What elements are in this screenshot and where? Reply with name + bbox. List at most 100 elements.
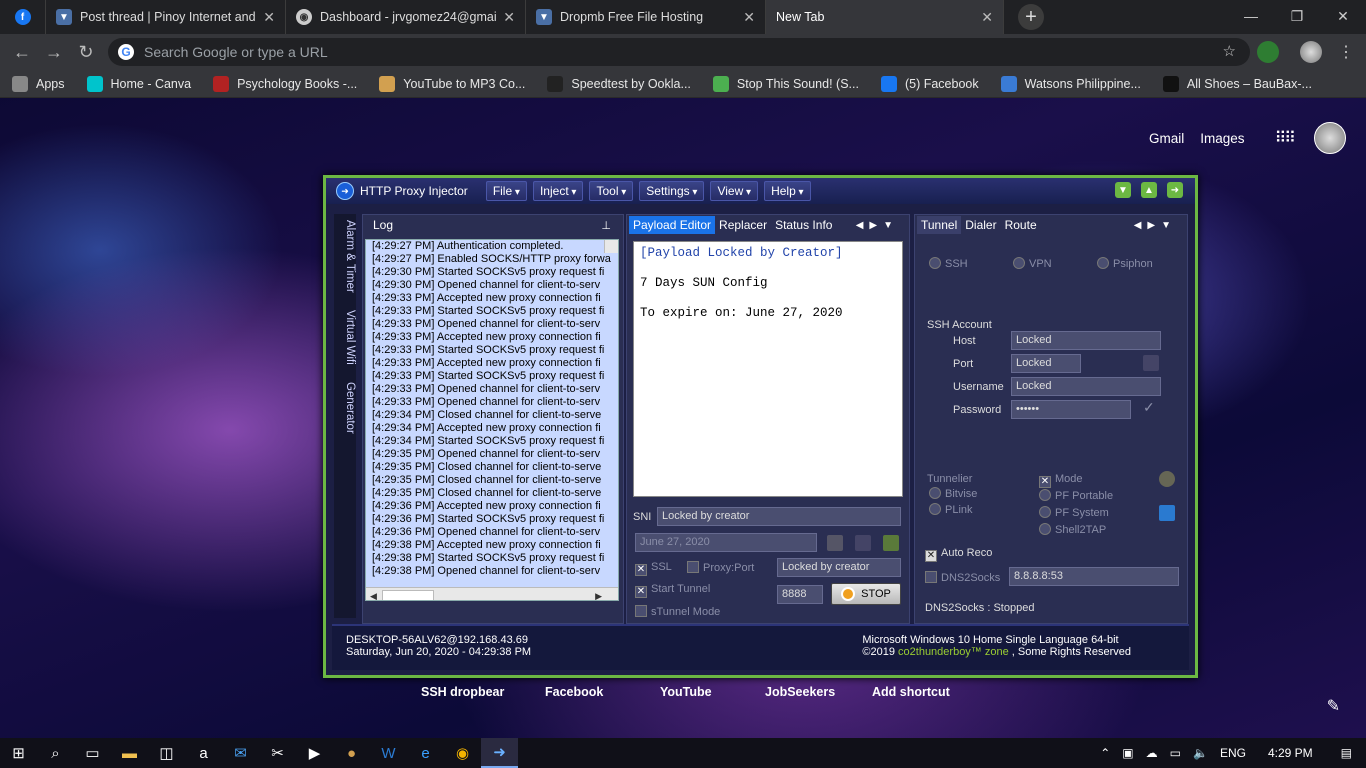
document-icon[interactable]: [827, 535, 843, 551]
tab-payload-editor[interactable]: Payload Editor: [629, 216, 716, 234]
restore-icon[interactable]: ❐: [1274, 0, 1320, 32]
task-view-icon[interactable]: ▭: [74, 738, 111, 768]
snip-icon[interactable]: ✂: [259, 738, 296, 768]
bookmark-item[interactable]: YouTube to MP3 Co...: [379, 75, 525, 92]
shell2tap-option[interactable]: Shell2TAP: [1039, 523, 1106, 536]
dns2socks-option[interactable]: DNS2Socks: [925, 571, 1000, 584]
chrome-icon[interactable]: ◉: [444, 738, 481, 768]
bookmark-item[interactable]: Apps: [12, 75, 65, 92]
stop-button[interactable]: STOP: [831, 583, 901, 605]
vpn-radio[interactable]: [1013, 257, 1025, 269]
maximize-app-icon[interactable]: ▲: [1141, 182, 1157, 198]
minimize-icon[interactable]: —: [1228, 0, 1274, 32]
tray-app-icon[interactable]: ▣: [1122, 746, 1133, 760]
side-tab-generator[interactable]: Generator: [344, 382, 356, 434]
author-link[interactable]: co2thunderboy™ zone: [898, 646, 1009, 658]
shortcut-facebook[interactable]: Facebook: [545, 685, 603, 699]
bookmark-item[interactable]: Watsons Philippine...: [1000, 75, 1141, 92]
pf-system-option[interactable]: PF System: [1039, 506, 1109, 519]
close-tab-icon[interactable]: ✕: [743, 9, 755, 26]
bookmark-item[interactable]: Stop This Sound! (S...: [712, 75, 859, 92]
host-field[interactable]: Locked: [1011, 331, 1161, 350]
close-tab-icon[interactable]: ✕: [503, 9, 515, 26]
close-window-icon[interactable]: ✕: [1320, 0, 1366, 32]
amazon-icon[interactable]: a: [185, 738, 222, 768]
side-tab-alarm-timer[interactable]: Alarm & Timer: [344, 220, 356, 293]
log-horizontal-scrollbar[interactable]: ◀ ▶: [366, 587, 618, 600]
tab-tunnel[interactable]: Tunnel: [917, 216, 962, 234]
username-field[interactable]: Locked: [1011, 377, 1161, 396]
mode-vpn[interactable]: VPN: [1013, 257, 1052, 270]
more-menu-icon[interactable]: ⋮: [1338, 42, 1354, 62]
trash-icon[interactable]: [883, 535, 899, 551]
shortcut-ssh-dropbear[interactable]: SSH dropbear: [421, 685, 504, 699]
add-shortcut[interactable]: Add shortcut: [872, 685, 950, 699]
bookmark-item[interactable]: (5) Facebook: [880, 75, 979, 92]
settings-icon[interactable]: [1159, 471, 1175, 487]
mode-psiphon[interactable]: Psiphon: [1097, 257, 1153, 270]
mode-checkbox[interactable]: ✕: [1039, 476, 1051, 488]
tab-facebook[interactable]: f: [0, 0, 46, 34]
auto-reco-option[interactable]: ✕ Auto Reco: [925, 547, 992, 562]
bitvise-radio[interactable]: [929, 487, 941, 499]
ssh-radio[interactable]: [929, 257, 941, 269]
payload-editor[interactable]: [Payload Locked by Creator] 7 Days SUN C…: [633, 241, 903, 497]
tab-post-thread[interactable]: ▼ Post thread | Pinoy Internet and T ✕: [46, 0, 286, 34]
new-tab-button[interactable]: +: [1018, 4, 1044, 30]
save-icon[interactable]: [855, 535, 871, 551]
language-indicator[interactable]: ENG: [1220, 746, 1246, 760]
stunnel-option[interactable]: sTunnel Mode: [635, 605, 720, 618]
close-tab-icon[interactable]: ✕: [981, 9, 993, 26]
auto-reco-checkbox[interactable]: ✕: [925, 550, 937, 562]
sni-field[interactable]: Locked by creator: [657, 507, 901, 526]
checkmark-icon[interactable]: ✓: [1143, 399, 1155, 416]
ssl-option[interactable]: ✕ SSL: [635, 561, 672, 576]
store-icon[interactable]: ◫: [148, 738, 185, 768]
tab-status-info[interactable]: Status Info: [771, 216, 836, 234]
start-tunnel-option[interactable]: ✕ Start Tunnel: [635, 583, 710, 598]
exit-app-icon[interactable]: ➜: [1167, 182, 1183, 198]
shell2tap-radio[interactable]: [1039, 523, 1051, 535]
edge-icon[interactable]: e: [407, 738, 444, 768]
account-avatar[interactable]: [1314, 122, 1346, 154]
side-tab-virtual-wifi[interactable]: Virtual Wifi: [344, 310, 356, 365]
bitvise-option[interactable]: Bitvise: [929, 487, 977, 500]
psiphon-radio[interactable]: [1097, 257, 1109, 269]
plink-option[interactable]: PLink: [929, 503, 973, 516]
proxy-port-option[interactable]: Proxy:Port: [687, 561, 754, 574]
pf-portable-option[interactable]: PF Portable: [1039, 489, 1113, 502]
menu-tool[interactable]: Tool: [589, 181, 634, 201]
app-icon[interactable]: ●: [333, 738, 370, 768]
tab-route[interactable]: Route: [1001, 216, 1041, 234]
save-icon[interactable]: [1143, 355, 1159, 371]
proxy-port-checkbox[interactable]: [687, 561, 699, 573]
start-tunnel-checkbox[interactable]: ✕: [635, 586, 647, 598]
shortcut-youtube[interactable]: YouTube: [660, 685, 712, 699]
gmail-link[interactable]: Gmail: [1149, 131, 1184, 146]
bookmark-item[interactable]: Speedtest by Ookla...: [547, 75, 691, 92]
windows-start-icon[interactable]: ⊞: [0, 738, 37, 768]
tab-new-tab[interactable]: New Tab ✕: [766, 0, 1004, 34]
volume-icon[interactable]: 🔈: [1193, 746, 1208, 760]
forward-icon[interactable]: →: [38, 42, 70, 63]
log-vertical-scrollbar[interactable]: [604, 240, 618, 253]
menu-settings[interactable]: Settings: [639, 181, 705, 201]
pf-portable-radio[interactable]: [1039, 489, 1051, 501]
expiry-date-field[interactable]: June 27, 2020: [635, 533, 817, 552]
tab-replacer[interactable]: Replacer: [715, 216, 771, 234]
word-icon[interactable]: W: [370, 738, 407, 768]
ssl-checkbox[interactable]: ✕: [635, 564, 647, 576]
google-apps-icon[interactable]: ⠿⠿: [1275, 128, 1296, 148]
plink-radio[interactable]: [929, 503, 941, 515]
menu-view[interactable]: View: [710, 181, 759, 201]
tab-dashboard[interactable]: ◉ Dashboard - jrvgomez24@gmail ✕: [286, 0, 526, 34]
tab-scroll-arrows-icon[interactable]: ◀▶▼: [852, 218, 903, 233]
shield-extension-icon[interactable]: [1257, 41, 1279, 63]
menu-file[interactable]: File: [485, 181, 527, 201]
ssh-port-field[interactable]: Locked: [1011, 354, 1081, 373]
mail-icon[interactable]: ✉: [222, 738, 259, 768]
notifications-icon[interactable]: ▤: [1341, 746, 1352, 760]
shortcut-jobseekers[interactable]: JobSeekers: [765, 685, 835, 699]
media-player-icon[interactable]: ▶: [296, 738, 333, 768]
menu-inject[interactable]: Inject: [532, 181, 584, 201]
